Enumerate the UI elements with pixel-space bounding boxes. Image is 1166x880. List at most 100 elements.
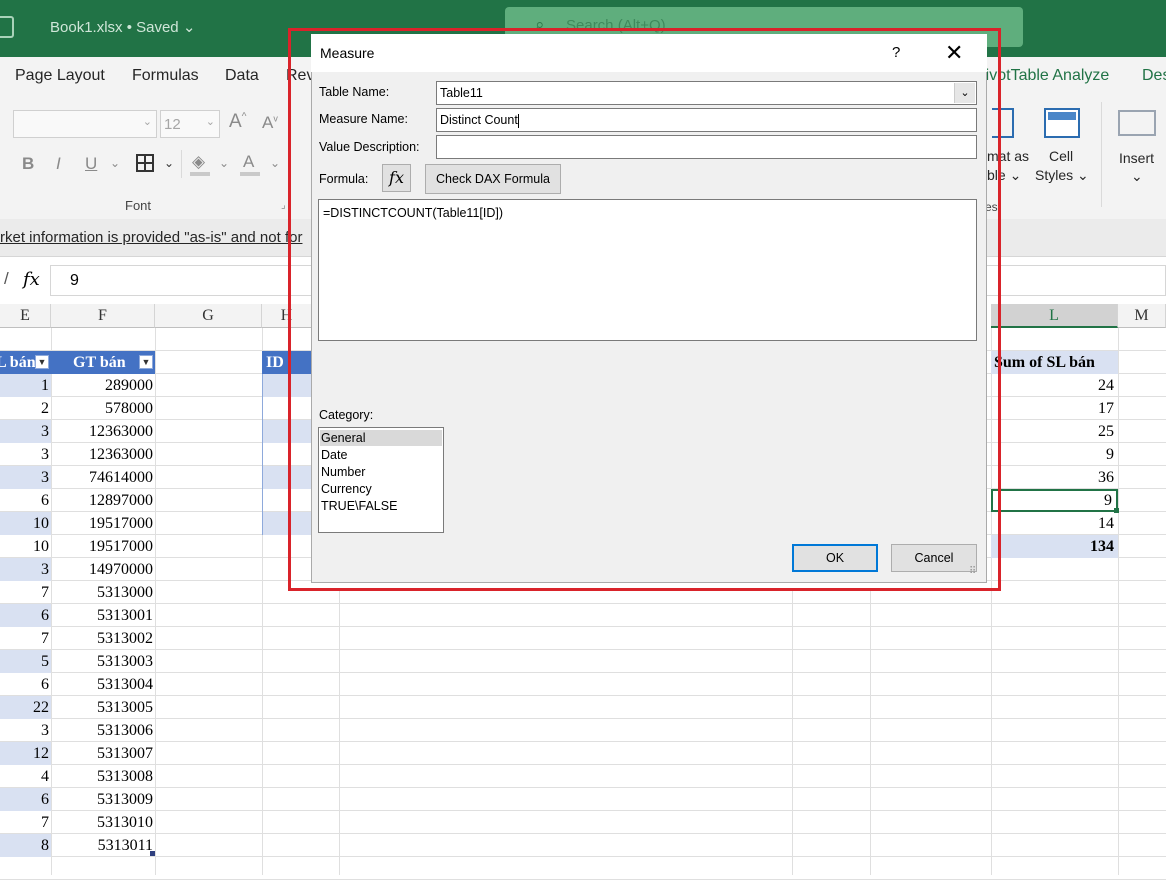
font-name-dropdown[interactable]: ⌄: [13, 110, 157, 138]
excel-app-icon[interactable]: [0, 16, 14, 38]
measure-name-field[interactable]: Distinct Count: [436, 108, 977, 132]
tab-page-layout[interactable]: Page Layout: [15, 67, 105, 85]
bold-button[interactable]: B: [22, 154, 34, 174]
table-cell-sl-ban[interactable]: 10: [0, 512, 51, 535]
cell-styles-label-1[interactable]: Cell: [1049, 148, 1073, 164]
value-description-field[interactable]: [436, 135, 977, 159]
tab-data[interactable]: Data: [225, 67, 259, 85]
tab-formulas[interactable]: Formulas: [132, 67, 199, 85]
table-cell-sl-ban[interactable]: 7: [0, 627, 51, 650]
dialog-launcher-icon[interactable]: ⌟: [281, 200, 286, 211]
table-cell-sl-ban[interactable]: 3: [0, 466, 51, 489]
table-cell-gt-ban[interactable]: 12897000: [52, 489, 155, 512]
table-cell-gt-ban[interactable]: 578000: [52, 397, 155, 420]
font-color-icon[interactable]: A: [243, 152, 254, 172]
insert-label[interactable]: Insert: [1119, 150, 1154, 166]
italic-button[interactable]: I: [56, 154, 61, 174]
formula-editor[interactable]: =DISTINCTCOUNT(Table11[ID]): [318, 199, 977, 341]
chevron-down-icon[interactable]: ⌄: [270, 156, 280, 170]
table-cell-sl-ban[interactable]: 6: [0, 673, 51, 696]
chevron-down-icon[interactable]: ⌄: [164, 156, 174, 170]
fx-button[interactable]: fx: [382, 164, 411, 192]
table-cell-gt-ban[interactable]: 74614000: [52, 466, 155, 489]
resize-grip-icon[interactable]: ⠿: [969, 566, 976, 577]
font-size-dropdown[interactable]: 12 ⌄: [160, 110, 220, 138]
borders-icon[interactable]: [136, 154, 154, 172]
column-header-m[interactable]: M: [1118, 304, 1166, 328]
column-header-g[interactable]: G: [155, 304, 262, 328]
chevron-down-icon[interactable]: ⌄: [110, 156, 120, 170]
table-cell-sl-ban[interactable]: 3: [0, 443, 51, 466]
table-cell-sl-ban[interactable]: 6: [0, 788, 51, 811]
category-item-general[interactable]: General: [321, 431, 365, 445]
pivot-cell[interactable]: 9: [991, 443, 1118, 466]
ok-button[interactable]: OK: [792, 544, 878, 572]
category-item-currency[interactable]: Currency: [321, 482, 372, 496]
column-header-l[interactable]: L: [991, 304, 1118, 328]
shrink-font-icon[interactable]: Av: [262, 113, 278, 133]
table-cell-sl-ban[interactable]: 5: [0, 650, 51, 673]
table-cell-gt-ban[interactable]: 5313001: [52, 604, 155, 627]
table-cell-sl-ban[interactable]: 4: [0, 765, 51, 788]
fill-color-icon[interactable]: ◈: [192, 152, 205, 172]
close-icon[interactable]: ✕: [945, 40, 963, 66]
table-cell-gt-ban[interactable]: 5313009: [52, 788, 155, 811]
document-title[interactable]: Book1.xlsx • Saved ⌄: [50, 18, 195, 36]
table-cell-sl-ban[interactable]: 6: [0, 604, 51, 627]
pivot-cell[interactable]: 25: [991, 420, 1118, 443]
table-cell-sl-ban[interactable]: 1: [0, 374, 51, 397]
table-cell-sl-ban[interactable]: 12: [0, 742, 51, 765]
table-cell-sl-ban[interactable]: 7: [0, 811, 51, 834]
table-cell-sl-ban[interactable]: 22: [0, 696, 51, 719]
table-cell-sl-ban[interactable]: 3: [0, 719, 51, 742]
underline-button[interactable]: U: [85, 154, 97, 174]
table-header-sl-ban[interactable]: L bán ▼: [0, 351, 51, 374]
chevron-down-icon[interactable]: ⌄: [219, 156, 229, 170]
fill-handle[interactable]: [1114, 508, 1119, 513]
table-cell-gt-ban[interactable]: 19517000: [52, 535, 155, 558]
insert-cells-icon[interactable]: [1118, 110, 1156, 136]
table-resize-handle[interactable]: [150, 851, 155, 856]
table-cell-gt-ban[interactable]: 5313011: [52, 834, 155, 857]
table-cell-gt-ban[interactable]: 5313007: [52, 742, 155, 765]
table-cell-gt-ban[interactable]: 5313005: [52, 696, 155, 719]
category-item-number[interactable]: Number: [321, 465, 365, 479]
table-cell-sl-ban[interactable]: 2: [0, 397, 51, 420]
cell-styles-icon[interactable]: [1044, 108, 1080, 138]
table-header-gt-ban[interactable]: GT bán ▼: [51, 351, 155, 374]
pivot-header[interactable]: Sum of SL bán: [991, 351, 1118, 374]
table-cell-gt-ban[interactable]: 289000: [52, 374, 155, 397]
chevron-down-icon[interactable]: ⌄: [1131, 168, 1143, 185]
table-cell-sl-ban[interactable]: 6: [0, 489, 51, 512]
table-cell-sl-ban[interactable]: 3: [0, 558, 51, 581]
table-cell-gt-ban[interactable]: 12363000: [52, 420, 155, 443]
table-cell-gt-ban[interactable]: 5313003: [52, 650, 155, 673]
table-cell-gt-ban[interactable]: 5313002: [52, 627, 155, 650]
table-cell-gt-ban[interactable]: 12363000: [52, 443, 155, 466]
table-name-select[interactable]: Table11 ⌄: [436, 81, 977, 105]
grow-font-icon[interactable]: A^: [229, 111, 246, 133]
cancel-entry-icon[interactable]: /: [4, 269, 9, 289]
table-cell-gt-ban[interactable]: 5313008: [52, 765, 155, 788]
message-bar-text[interactable]: rket information is provided "as-is" and…: [0, 229, 302, 246]
table-cell-sl-ban[interactable]: 7: [0, 581, 51, 604]
tab-design[interactable]: Des: [1142, 67, 1166, 85]
pivot-cell[interactable]: 36: [991, 466, 1118, 489]
pivot-grand-total[interactable]: 134: [991, 535, 1118, 558]
column-header-f[interactable]: F: [51, 304, 155, 328]
chevron-down-icon[interactable]: ⌄: [954, 83, 975, 103]
table-cell-gt-ban[interactable]: 5313004: [52, 673, 155, 696]
category-item-true-false[interactable]: TRUE\FALSE: [321, 499, 397, 513]
table-cell-gt-ban[interactable]: 19517000: [52, 512, 155, 535]
column-header-e[interactable]: E: [0, 304, 51, 328]
table-cell-sl-ban[interactable]: 3: [0, 420, 51, 443]
table-cell-gt-ban[interactable]: 5313010: [52, 811, 155, 834]
filter-dropdown-icon[interactable]: ▼: [139, 355, 153, 369]
category-item-date[interactable]: Date: [321, 448, 347, 462]
table-cell-gt-ban[interactable]: 5313000: [52, 581, 155, 604]
filter-dropdown-icon[interactable]: ▼: [35, 355, 49, 369]
cancel-button[interactable]: Cancel: [891, 544, 977, 572]
table-cell-gt-ban[interactable]: 5313006: [52, 719, 155, 742]
pivot-cell[interactable]: 17: [991, 397, 1118, 420]
insert-function-icon[interactable]: fx: [23, 269, 40, 290]
